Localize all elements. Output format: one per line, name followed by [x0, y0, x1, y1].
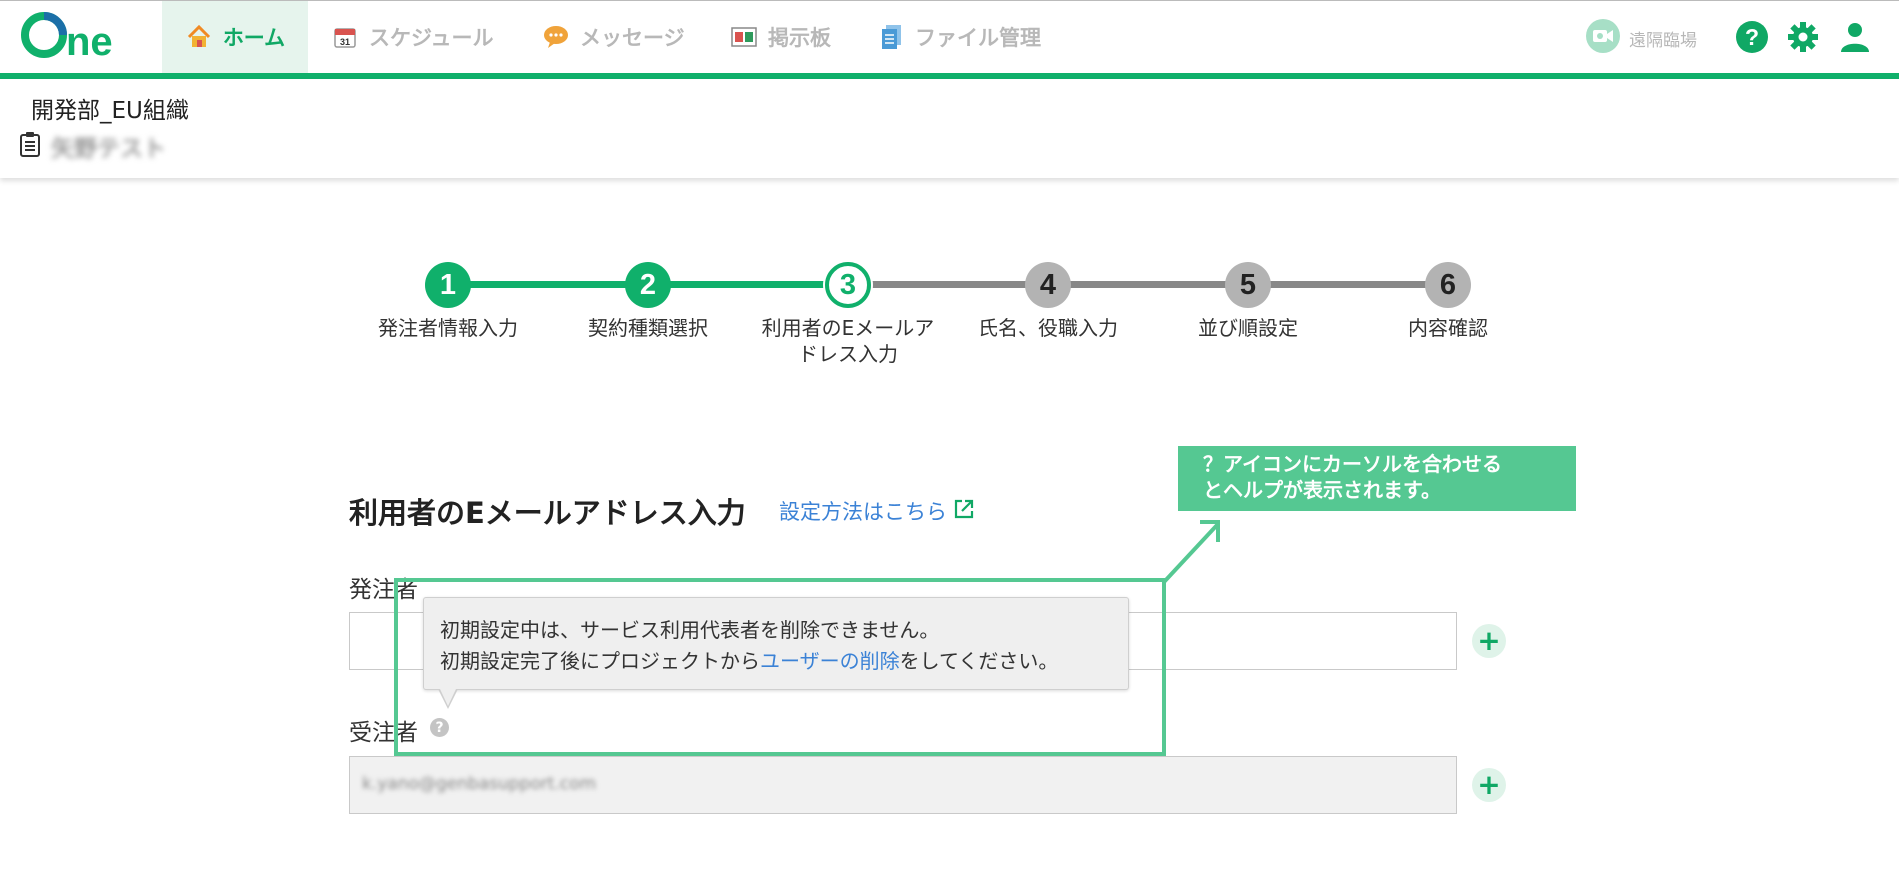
annotation-highlight-box	[394, 578, 1166, 756]
organization-name: 開発部_EU組織	[31, 98, 189, 124]
svg-text:?: ?	[1745, 24, 1759, 50]
setup-guide-link-label: 設定方法はこちら	[779, 500, 947, 524]
video-camera-icon	[1585, 18, 1621, 59]
stepper-track-todo	[848, 281, 1448, 288]
step-4-circle: 4	[1025, 262, 1071, 308]
tab-bulletin[interactable]: 掲示板	[730, 1, 831, 73]
tab-files-label: ファイル管理	[915, 26, 1041, 50]
svg-text:31: 31	[340, 37, 350, 47]
step-3-circle: 3	[825, 262, 871, 308]
stepper-track-done	[448, 281, 848, 288]
project-header: 開発部_EU組織 矢野テスト	[0, 79, 1899, 178]
step-2-label: 契約種類選択	[588, 316, 708, 340]
tab-message[interactable]: メッセージ	[542, 1, 685, 73]
tab-schedule[interactable]: 31 スケジュール	[331, 1, 494, 73]
add-contractor-button[interactable]: +	[1472, 768, 1506, 802]
step-5-circle: 5	[1225, 262, 1271, 308]
home-icon	[185, 23, 213, 51]
remote-inspection-label: 遠隔臨場	[1629, 31, 1697, 51]
svg-text:ne: ne	[66, 20, 113, 63]
project-name: 矢野テスト	[51, 136, 166, 162]
step-4-label: 氏名、役職入力	[978, 316, 1118, 340]
files-icon	[877, 23, 905, 51]
remote-inspection-button[interactable]: 遠隔臨場	[1585, 18, 1697, 59]
one-logo[interactable]: ne	[20, 11, 142, 63]
step-6-circle: 6	[1425, 262, 1471, 308]
step-1-label: 発注者情報入力	[378, 316, 518, 340]
tab-bulletin-label: 掲示板	[768, 26, 831, 50]
step-6-label: 内容確認	[1408, 316, 1488, 340]
chat-bubble-icon	[542, 23, 570, 51]
annotation-arrow	[1162, 520, 1220, 584]
clipboard-icon	[19, 131, 41, 161]
annotation-line-2: とヘルプが表示されます。	[1203, 478, 1441, 502]
step-3-label: 利用者のEメールア ドレス入力	[761, 316, 935, 366]
annotation-callout: ？アイコンにカーソルを合わせる とヘルプが表示されます。	[1178, 446, 1576, 511]
tab-message-label: メッセージ	[580, 26, 685, 50]
section-title: 利用者のEメールアドレス入力	[349, 496, 746, 530]
contractor-email-input: k.yano@genbasupport.com	[349, 756, 1457, 814]
step-2-circle: 2	[625, 262, 671, 308]
gear-icon[interactable]	[1786, 20, 1820, 54]
step-5-label: 並び順設定	[1198, 316, 1298, 340]
help-icon[interactable]: ?	[1735, 20, 1769, 54]
annotation-line-1: ？アイコンにカーソルを合わせる	[1203, 452, 1502, 476]
calendar-icon: 31	[331, 23, 359, 51]
external-link-icon	[953, 498, 975, 525]
tab-home-label: ホーム	[222, 26, 286, 50]
user-icon[interactable]	[1838, 20, 1872, 54]
tab-home[interactable]: ホーム	[162, 1, 308, 73]
tab-schedule-label: スケジュール	[369, 26, 494, 50]
step-1-circle: 1	[425, 262, 471, 308]
setup-guide-link[interactable]: 設定方法はこちら	[779, 496, 975, 526]
add-orderer-button[interactable]: +	[1472, 624, 1506, 658]
bulletin-board-icon	[730, 23, 758, 51]
project-row: 矢野テスト	[19, 129, 166, 163]
tab-files[interactable]: ファイル管理	[877, 1, 1041, 73]
contractor-email-value: k.yano@genbasupport.com	[362, 774, 597, 794]
